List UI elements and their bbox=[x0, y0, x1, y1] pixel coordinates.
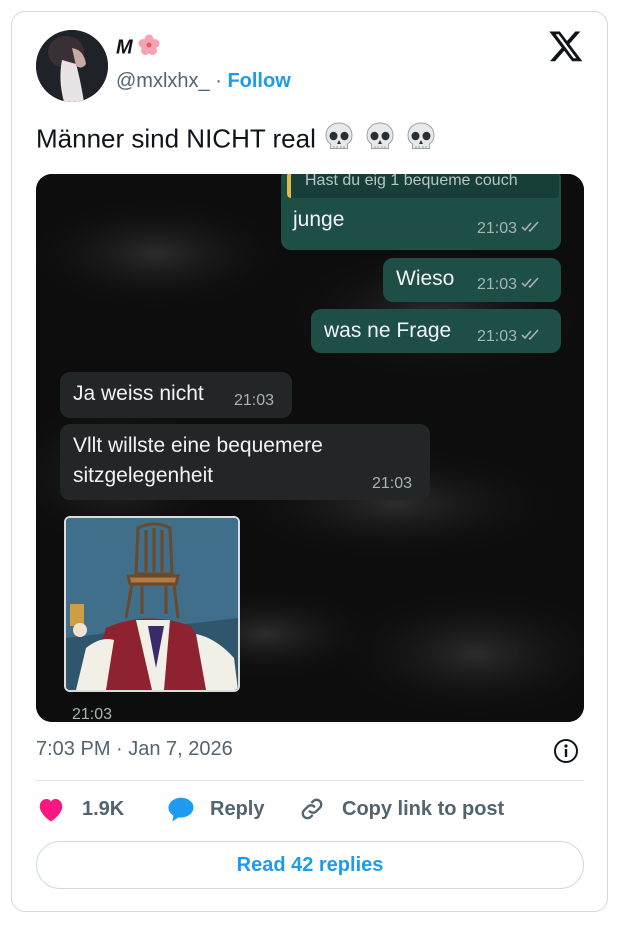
skull-icon bbox=[404, 122, 438, 160]
read-ticks-icon bbox=[521, 276, 541, 294]
info-icon[interactable] bbox=[553, 738, 579, 764]
message-time: 21:03 bbox=[477, 328, 541, 346]
like-button[interactable]: 1.9K bbox=[36, 795, 124, 823]
chat-screenshot[interactable]: Hast du eig 1 bequeme couch junge 21:03 … bbox=[36, 174, 584, 722]
image-message-time: 21:03 bbox=[72, 706, 113, 722]
handle-row: @mxlxhx_ · Follow bbox=[116, 70, 291, 93]
reply-bubble-icon bbox=[166, 795, 196, 823]
message-time: 21:03 bbox=[477, 220, 541, 238]
follow-button[interactable]: Follow bbox=[227, 70, 290, 92]
message-bubble-outgoing[interactable]: was ne Frage 21:03 bbox=[311, 309, 561, 353]
message-time: 21:03 bbox=[477, 276, 541, 294]
link-icon bbox=[298, 795, 326, 823]
message-time: 21:03 bbox=[372, 475, 413, 492]
heart-icon bbox=[36, 795, 66, 823]
flower-icon bbox=[138, 34, 160, 62]
message-bubble-incoming[interactable]: Ja weiss nicht 21:03 bbox=[60, 372, 292, 418]
chair-head-meme-image bbox=[66, 518, 238, 690]
reply-button[interactable]: Reply bbox=[166, 795, 264, 823]
message-text: Wieso bbox=[396, 267, 455, 290]
like-count: 1.9K bbox=[82, 797, 125, 820]
tweet-text: Männer sind NICHT real bbox=[36, 120, 438, 161]
copy-link-label: Copy link to post bbox=[342, 797, 505, 820]
reply-label: Reply bbox=[210, 797, 265, 820]
read-replies-button[interactable]: Read 42 replies bbox=[36, 841, 584, 889]
message-bubble-outgoing[interactable]: Wieso 21:03 bbox=[383, 258, 561, 302]
message-bubble-outgoing[interactable]: Hast du eig 1 bequeme couch junge 21:03 bbox=[281, 174, 561, 250]
copy-link-button[interactable]: Copy link to post bbox=[298, 795, 504, 823]
avatar[interactable] bbox=[36, 30, 108, 102]
x-logo-icon[interactable] bbox=[548, 28, 584, 64]
divider bbox=[36, 780, 584, 781]
message-text-line1: Vllt willste eine bequemere bbox=[73, 434, 323, 457]
message-text: junge bbox=[293, 208, 345, 231]
display-name-text: M bbox=[116, 36, 133, 59]
skull-icon bbox=[322, 122, 356, 160]
skull-icon bbox=[363, 122, 397, 160]
quoted-reply-text: Hast du eig 1 bequeme couch bbox=[305, 174, 518, 189]
message-text: was ne Frage bbox=[324, 319, 452, 342]
read-ticks-icon bbox=[521, 220, 541, 238]
emoji-row bbox=[322, 120, 438, 161]
message-text-line2: sitzgelegenheit bbox=[73, 464, 214, 487]
read-ticks-icon bbox=[521, 328, 541, 346]
separator: · bbox=[209, 70, 228, 92]
display-name[interactable]: M bbox=[116, 34, 160, 62]
quoted-reply: Hast du eig 1 bequeme couch bbox=[287, 174, 559, 198]
tweet-timestamp[interactable]: 7:03 PM · Jan 7, 2026 bbox=[36, 738, 233, 761]
tweet-text-content: Männer sind NICHT real bbox=[36, 123, 316, 154]
message-time: 21:03 bbox=[234, 392, 275, 409]
image-message[interactable] bbox=[64, 516, 240, 692]
message-text: Ja weiss nicht bbox=[73, 382, 204, 405]
action-bar: 1.9K Reply Copy link to post bbox=[36, 795, 584, 827]
handle[interactable]: @mxlxhx_ bbox=[116, 70, 210, 92]
message-bubble-incoming[interactable]: Vllt willste eine bequemere sitzgelegenh… bbox=[60, 424, 430, 500]
